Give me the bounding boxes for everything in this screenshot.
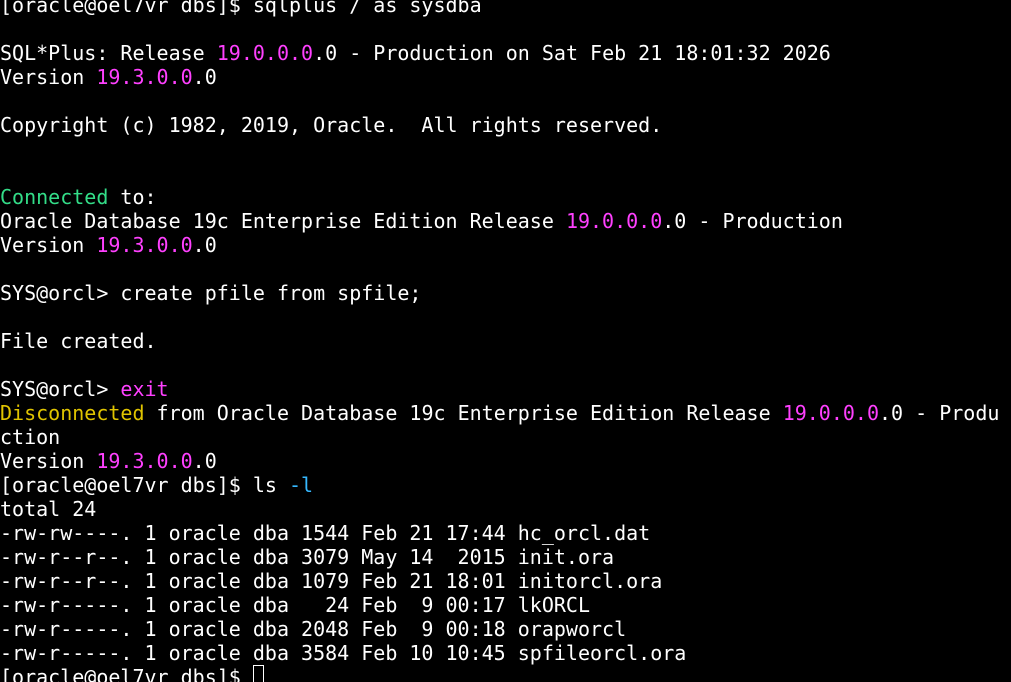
terminal-text: Copyright (c) 1982, 2019, Oracle. All ri… bbox=[0, 113, 663, 137]
terminal-text: SYS@orcl> bbox=[0, 377, 121, 401]
terminal-text: -rw-r-----. 1 oracle dba 3584 Feb 10 10:… bbox=[0, 641, 687, 665]
terminal-text: Version bbox=[0, 65, 97, 89]
terminal-text: 19.3.0.0 bbox=[96, 233, 193, 257]
text-cursor bbox=[252, 665, 264, 682]
terminal-line: Connected to: bbox=[0, 185, 1011, 209]
terminal-line: -rw-r--r--. 1 oracle dba 1079 Feb 21 18:… bbox=[0, 569, 1011, 593]
terminal-line: -rw-r-----. 1 oracle dba 2048 Feb 9 00:1… bbox=[0, 617, 1011, 641]
terminal-line: SYS@orcl> create pfile from spfile; bbox=[0, 281, 1011, 305]
terminal-line: Disconnected from Oracle Database 19c En… bbox=[0, 401, 1011, 425]
terminal-line: [oracle@oel7vr dbs]$ bbox=[0, 665, 1011, 682]
terminal-text: total 24 bbox=[0, 497, 97, 521]
terminal-text: 19.0.0.0 bbox=[782, 401, 880, 425]
terminal-text: Disconnected bbox=[0, 401, 145, 425]
terminal-text: Connected bbox=[0, 185, 109, 209]
terminal-text: -rw-r--r--. 1 oracle dba 1079 Feb 21 18:… bbox=[0, 569, 663, 593]
terminal-line: -rw-r-----. 1 oracle dba 3584 Feb 10 10:… bbox=[0, 641, 1011, 665]
terminal-line: Version 19.3.0.0.0 bbox=[0, 65, 1011, 89]
terminal-text: 19.3.0.0 bbox=[96, 449, 193, 473]
terminal-text: Version bbox=[0, 449, 97, 473]
terminal-line: ction bbox=[0, 425, 1011, 449]
terminal-text: Version bbox=[0, 233, 97, 257]
terminal-text: to: bbox=[108, 185, 157, 209]
terminal-text: -rw-r--r--. 1 oracle dba 3079 May 14 201… bbox=[0, 545, 615, 569]
terminal-text: .0 bbox=[192, 233, 217, 257]
terminal-text: .0 bbox=[192, 65, 217, 89]
terminal-line: Oracle Database 19c Enterprise Edition R… bbox=[0, 209, 1011, 233]
terminal-text: SQL*Plus: Release bbox=[0, 41, 217, 65]
terminal-text: File created. bbox=[0, 329, 157, 353]
terminal-text: [oracle@oel7vr dbs]$ sqlplus / as sysdba bbox=[0, 0, 482, 17]
terminal-text: 19.3.0.0 bbox=[96, 65, 193, 89]
terminal-text: .0 - Produ bbox=[879, 401, 1000, 425]
terminal-line: Version 19.3.0.0.0 bbox=[0, 449, 1011, 473]
terminal-text: -rw-r-----. 1 oracle dba 2048 Feb 9 00:1… bbox=[0, 617, 627, 641]
terminal-text: [oracle@oel7vr dbs]$ ls bbox=[0, 473, 289, 497]
terminal-line: SQL*Plus: Release 19.0.0.0.0 - Productio… bbox=[0, 41, 1011, 65]
terminal-text: [oracle@oel7vr dbs]$ bbox=[0, 665, 253, 682]
terminal-text: 19.0.0.0 bbox=[216, 41, 314, 65]
terminal-line: File created. bbox=[0, 329, 1011, 353]
terminal-line: -rw-rw----. 1 oracle dba 1544 Feb 21 17:… bbox=[0, 521, 1011, 545]
terminal-text: exit bbox=[120, 377, 169, 401]
terminal-line: -rw-r-----. 1 oracle dba 24 Feb 9 00:17 … bbox=[0, 593, 1011, 617]
terminal-window[interactable]: [oracle@oel7vr dbs]$ sqlplus / as sysdba… bbox=[0, 0, 1011, 682]
terminal-line: SYS@orcl> exit bbox=[0, 377, 1011, 401]
terminal-text: -l bbox=[288, 473, 314, 497]
terminal-line: [oracle@oel7vr dbs]$ ls -l bbox=[0, 473, 1011, 497]
terminal-line: total 24 bbox=[0, 497, 1011, 521]
terminal-text: -rw-rw----. 1 oracle dba 1544 Feb 21 17:… bbox=[0, 521, 651, 545]
terminal-text: Oracle Database 19c Enterprise Edition R… bbox=[0, 209, 566, 233]
terminal-text: 19.0.0.0 bbox=[565, 209, 663, 233]
terminal-line: [oracle@oel7vr dbs]$ sqlplus / as sysdba bbox=[0, 0, 1011, 17]
terminal-text: ction bbox=[0, 425, 61, 449]
terminal-text: .0 - Production on Sat Feb 21 18:01:32 2… bbox=[313, 41, 831, 65]
terminal-text: .0 - Production bbox=[662, 209, 843, 233]
terminal-line: Copyright (c) 1982, 2019, Oracle. All ri… bbox=[0, 113, 1011, 137]
terminal-text: SYS@orcl> create pfile from spfile; bbox=[0, 281, 422, 305]
terminal-text: -rw-r-----. 1 oracle dba 24 Feb 9 00:17 … bbox=[0, 593, 591, 617]
terminal-text: .0 bbox=[192, 449, 217, 473]
terminal-text: from Oracle Database 19c Enterprise Edit… bbox=[144, 401, 783, 425]
terminal-line: Version 19.3.0.0.0 bbox=[0, 233, 1011, 257]
terminal-line: -rw-r--r--. 1 oracle dba 3079 May 14 201… bbox=[0, 545, 1011, 569]
